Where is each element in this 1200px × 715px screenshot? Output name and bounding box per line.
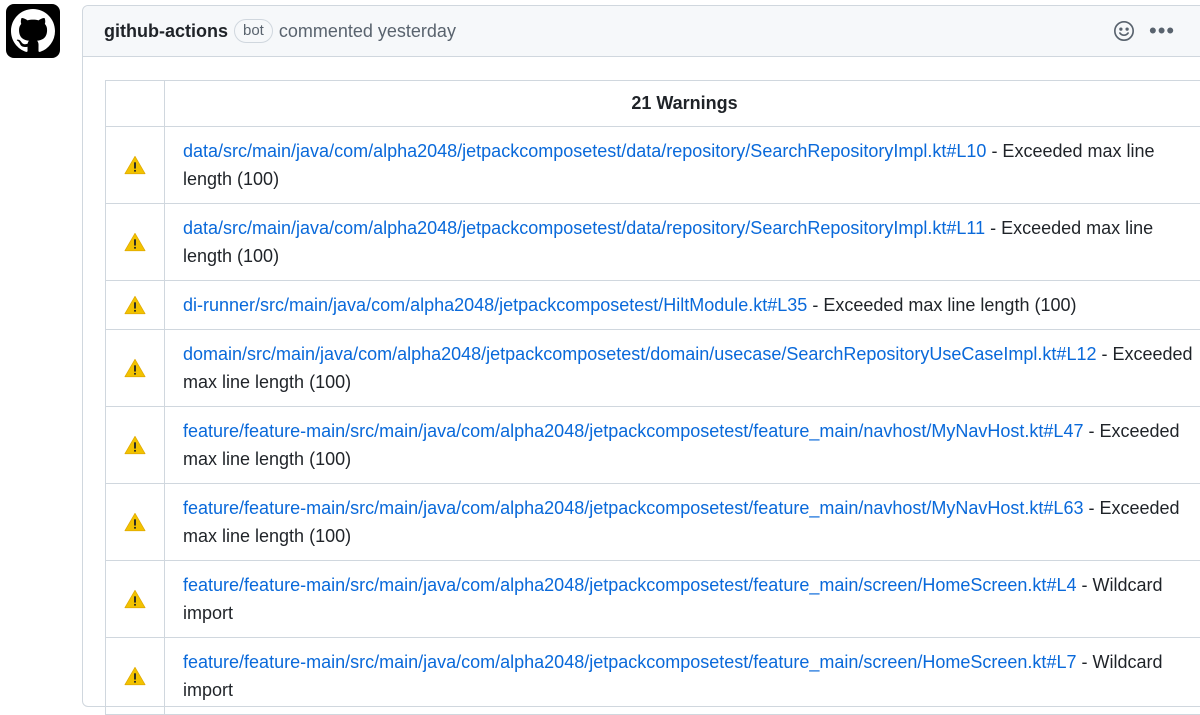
file-link[interactable]: feature/feature-main/src/main/java/com/a…: [183, 575, 1076, 595]
comment-author[interactable]: github-actions: [104, 21, 228, 42]
icon-cell: [106, 281, 165, 330]
file-link[interactable]: feature/feature-main/src/main/java/com/a…: [183, 498, 1083, 518]
warning-text-cell: feature/feature-main/src/main/java/com/a…: [165, 407, 1200, 484]
icon-cell: [106, 204, 165, 281]
table-row: domain/src/main/java/com/alpha2048/jetpa…: [106, 330, 1200, 407]
file-link[interactable]: di-runner/src/main/java/com/alpha2048/je…: [183, 295, 807, 315]
warning-text-cell: data/src/main/java/com/alpha2048/jetpack…: [165, 204, 1200, 281]
timeline-line: [82, 60, 83, 700]
warnings-table: 21 Warnings data/src/main/java/com/alpha…: [105, 80, 1200, 715]
icon-cell: [106, 638, 165, 715]
warning-text-cell: feature/feature-main/src/main/java/com/a…: [165, 638, 1200, 715]
file-link[interactable]: data/src/main/java/com/alpha2048/jetpack…: [183, 141, 986, 161]
icon-cell: [106, 127, 165, 204]
warnings-table-wrapper: 21 Warnings data/src/main/java/com/alpha…: [105, 80, 1200, 715]
warning-text-cell: di-runner/src/main/java/com/alpha2048/je…: [165, 281, 1200, 330]
bot-badge: bot: [234, 19, 273, 43]
comment-timestamp[interactable]: commented yesterday: [279, 21, 456, 42]
warning-icon: [124, 665, 146, 685]
comment-actions: •••: [1113, 6, 1175, 56]
comment-header: github-actions bot commented yesterday •…: [83, 6, 1200, 57]
smiley-icon[interactable]: [1113, 20, 1135, 42]
github-octocat-icon: [11, 9, 55, 53]
table-row: feature/feature-main/src/main/java/com/a…: [106, 407, 1200, 484]
table-row: data/src/main/java/com/alpha2048/jetpack…: [106, 204, 1200, 281]
file-link[interactable]: domain/src/main/java/com/alpha2048/jetpa…: [183, 344, 1096, 364]
table-row: feature/feature-main/src/main/java/com/a…: [106, 561, 1200, 638]
icon-cell: [106, 407, 165, 484]
icon-column-header: [106, 81, 165, 127]
avatar[interactable]: [6, 4, 60, 58]
warning-icon: [124, 231, 146, 251]
warning-message: - Exceeded max line length (100): [807, 295, 1076, 315]
warning-icon: [124, 357, 146, 377]
warning-text-cell: data/src/main/java/com/alpha2048/jetpack…: [165, 127, 1200, 204]
warning-icon: [124, 511, 146, 531]
warning-text-cell: feature/feature-main/src/main/java/com/a…: [165, 561, 1200, 638]
warning-icon: [124, 294, 146, 314]
file-link[interactable]: feature/feature-main/src/main/java/com/a…: [183, 421, 1083, 441]
warning-icon: [124, 434, 146, 454]
warning-icon: [124, 588, 146, 608]
file-link[interactable]: data/src/main/java/com/alpha2048/jetpack…: [183, 218, 985, 238]
warning-icon: [124, 154, 146, 174]
icon-cell: [106, 561, 165, 638]
warnings-table-body: data/src/main/java/com/alpha2048/jetpack…: [106, 127, 1200, 715]
warnings-header: 21 Warnings: [165, 81, 1200, 127]
kebab-icon[interactable]: •••: [1149, 20, 1175, 42]
table-row: di-runner/src/main/java/com/alpha2048/je…: [106, 281, 1200, 330]
table-row: data/src/main/java/com/alpha2048/jetpack…: [106, 127, 1200, 204]
file-link[interactable]: feature/feature-main/src/main/java/com/a…: [183, 652, 1076, 672]
icon-cell: [106, 330, 165, 407]
table-row: feature/feature-main/src/main/java/com/a…: [106, 638, 1200, 715]
warning-text-cell: domain/src/main/java/com/alpha2048/jetpa…: [165, 330, 1200, 407]
table-row: feature/feature-main/src/main/java/com/a…: [106, 484, 1200, 561]
warning-text-cell: feature/feature-main/src/main/java/com/a…: [165, 484, 1200, 561]
comment-box: github-actions bot commented yesterday •…: [82, 5, 1200, 707]
icon-cell: [106, 484, 165, 561]
